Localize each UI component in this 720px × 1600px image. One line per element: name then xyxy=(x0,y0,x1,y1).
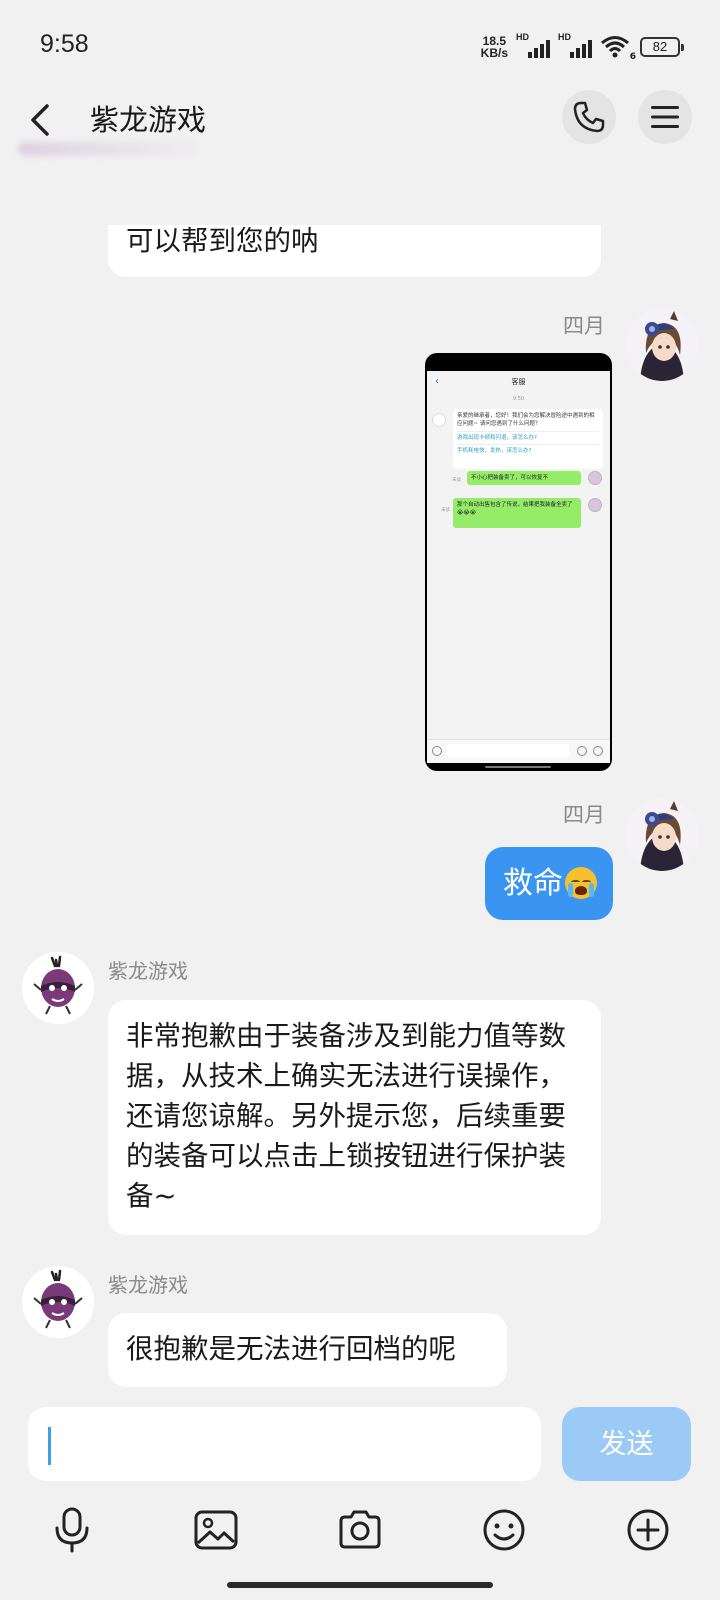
screenshot-bot-card: 亲爱的继承者，您好！我们会为您解决冒险途中遇到的相应问题~ 请问您遇到了什么问题… xyxy=(453,409,603,469)
voice-button[interactable] xyxy=(42,1500,102,1560)
shared-screenshot-image[interactable]: ‹ 客服 9:50 亲爱的继承者，您好！我们会为您解决冒险途中遇到的相应问题~ … xyxy=(425,353,612,771)
message-text: 可以帮到您的呐 xyxy=(126,225,319,257)
emoji-button[interactable] xyxy=(474,1500,534,1560)
more-button[interactable] xyxy=(618,1500,678,1560)
menu-button[interactable] xyxy=(638,90,692,144)
blurred-subtitle xyxy=(18,142,198,156)
send-button[interactable]: 发送 xyxy=(562,1407,691,1481)
status-time: 9:58 xyxy=(40,30,89,58)
message-text: 非常抱歉由于装备涉及到能力值等数据，从技术上确实无法进行误操作，还请您谅解。另外… xyxy=(126,1020,566,1212)
screenshot-plus-icon xyxy=(593,746,603,756)
message-text: 救命 xyxy=(503,866,563,901)
purple-mascot-avatar-icon xyxy=(22,1266,94,1338)
bot-avatar[interactable] xyxy=(22,952,94,1024)
sender-name: 紫龙游戏 xyxy=(108,1273,188,1297)
phone-icon xyxy=(573,101,605,133)
screenshot-faq-1: 游戏出现卡顿和闪退，该怎么办? xyxy=(457,431,599,442)
message-time: 四月 xyxy=(563,314,605,338)
image-icon xyxy=(194,1510,238,1550)
home-indicator[interactable] xyxy=(227,1582,493,1588)
status-icons: 18.5 KB/s HD HD 6 82 xyxy=(481,32,684,62)
screenshot-back-icon: ‹ xyxy=(435,376,439,387)
image-button[interactable] xyxy=(186,1500,246,1560)
user-avatar[interactable] xyxy=(626,309,698,381)
anime-girl-avatar-icon xyxy=(626,309,698,381)
text-caret xyxy=(48,1427,51,1465)
screenshot-time: 9:50 xyxy=(512,396,525,402)
signal-sim1-icon: HD xyxy=(516,32,550,60)
screenshot-input-bar xyxy=(427,739,610,763)
message-input[interactable] xyxy=(28,1407,541,1481)
message-time: 四月 xyxy=(563,803,605,827)
message-bubble-partial[interactable]: 可以帮到您的呐 xyxy=(108,225,601,277)
anime-girl-avatar-icon xyxy=(626,799,698,871)
wifi-icon: 6 xyxy=(600,34,636,62)
screenshot-home-indicator xyxy=(485,766,551,768)
mic-icon xyxy=(55,1507,89,1553)
screenshot-input-field xyxy=(447,744,569,758)
purple-mascot-avatar-icon xyxy=(22,952,94,1024)
status-bar: 9:58 18.5 KB/s HD HD 6 82 xyxy=(0,0,720,90)
hamburger-menu-icon xyxy=(651,106,679,128)
bot-avatar[interactable] xyxy=(22,1266,94,1338)
chat-title: 紫龙游戏 xyxy=(90,103,207,137)
camera-icon xyxy=(339,1510,381,1549)
message-text: 很抱歉是无法进行回档的呢 xyxy=(126,1333,456,1365)
user-message-bubble[interactable]: 救命 xyxy=(485,847,613,920)
screenshot-bot-avatar xyxy=(432,413,446,427)
screenshot-nav: ‹ 客服 xyxy=(427,371,610,393)
screenshot-nav-title: 客服 xyxy=(511,378,526,386)
screenshot-user-avatar xyxy=(588,471,602,485)
crying-face-emoji-icon xyxy=(565,867,597,899)
user-avatar[interactable] xyxy=(626,799,698,871)
screenshot-voice-icon xyxy=(432,746,442,756)
screenshot-sent-label: 未读 xyxy=(452,478,461,483)
sender-name: 紫龙游戏 xyxy=(108,959,188,983)
bot-message-bubble[interactable]: 非常抱歉由于装备涉及到能力值等数据，从技术上确实无法进行误操作，还请您谅解。另外… xyxy=(108,1000,601,1235)
emoji-icon xyxy=(483,1509,525,1551)
screenshot-sent-label: 未读 xyxy=(441,508,450,513)
screenshot-faq-2: 手机耗电快，发热，该怎么办? xyxy=(457,444,599,455)
wifi-version-label: 6 xyxy=(629,52,636,62)
screenshot-user-msg-2: 那个自动出售包含了传说，结果把我装备全卖了😭😭😭 xyxy=(453,498,581,528)
screenshot-user-avatar xyxy=(588,498,602,512)
camera-button[interactable] xyxy=(330,1500,390,1560)
plus-icon xyxy=(627,1509,669,1551)
input-area: 发送 xyxy=(0,1392,720,1600)
chat-header: 紫龙游戏 xyxy=(0,90,720,170)
signal-sim2-icon: HD xyxy=(558,32,592,60)
network-speed-unit: KB/s xyxy=(480,46,508,60)
screenshot-greeting: 亲爱的继承者，您好！我们会为您解决冒险途中遇到的相应问题~ 请问您遇到了什么问题… xyxy=(457,413,595,427)
input-toolbar xyxy=(0,1500,720,1560)
screenshot-user-msg-1: 不小心把装备卖了，可以恢复不 xyxy=(467,471,581,485)
network-speed: 18.5 KB/s xyxy=(481,35,508,59)
battery-icon: 82 xyxy=(640,37,684,57)
chevron-left-icon xyxy=(31,104,49,136)
bot-message-bubble[interactable]: 很抱歉是无法进行回档的呢 xyxy=(108,1313,507,1387)
screenshot-emoji-icon xyxy=(577,746,587,756)
screenshot-content: ‹ 客服 9:50 亲爱的继承者，您好！我们会为您解决冒险途中遇到的相应问题~ … xyxy=(427,371,610,763)
back-button[interactable] xyxy=(22,100,62,140)
call-button[interactable] xyxy=(562,90,616,144)
